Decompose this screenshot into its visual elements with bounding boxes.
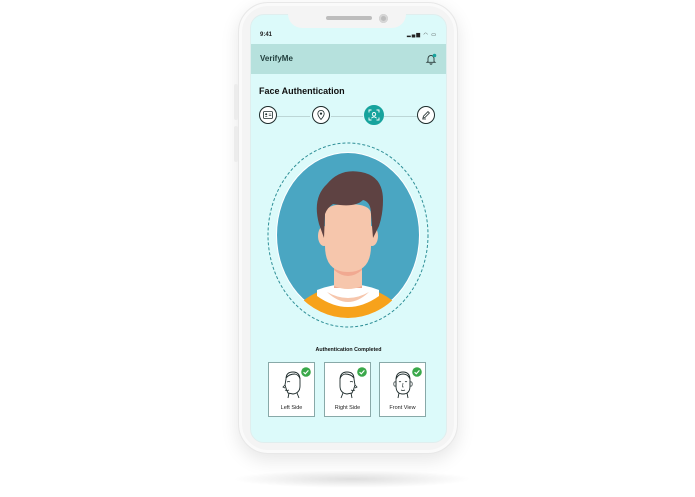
check-icon [412,367,422,377]
capture-card-label: Left Side [280,405,303,411]
capture-card-front-view[interactable]: Front View [379,362,426,417]
phone-speaker [326,16,372,20]
page-title: Face Authentication [259,86,345,96]
capture-card-right-side[interactable]: Right Side [324,362,371,417]
phone-camera [379,14,388,23]
check-icon [301,367,311,377]
capture-card-label: Right Side [334,405,361,411]
step-id-card[interactable] [259,106,277,124]
notification-dot [432,53,437,58]
app-bar: VerifyMe [251,44,446,74]
face-scan-icon [368,109,380,121]
id-card-icon [263,111,273,119]
phone-side-button [234,126,238,162]
step-location[interactable] [312,106,330,124]
app-title: VerifyMe [260,54,293,63]
stepper-line [277,116,310,117]
stepper-line [331,116,363,117]
status-time: 9:41 [260,32,273,38]
authentication-status: Authentication Completed [315,347,382,353]
capture-card-left-side[interactable]: Left Side [268,362,315,417]
phone-screen: 9:41 ▂▄▆ ◠ ▭ VerifyMe Face Authenticatio… [250,14,447,443]
check-icon [357,367,367,377]
step-face-scan[interactable] [364,105,384,125]
capture-card-label: Front View [389,405,416,411]
location-pin-icon [317,110,325,120]
pen-icon [422,111,430,120]
face-capture-frame [267,142,429,328]
status-icons: ▂▄▆ ◠ ▭ [406,32,437,38]
phone-side-button [234,84,238,120]
user-face-avatar [277,153,419,318]
stepper-line [384,116,417,117]
phone-shadow [232,470,472,488]
bell-icon[interactable] [425,53,437,65]
progress-stepper [251,105,446,126]
step-signature[interactable] [417,106,435,124]
